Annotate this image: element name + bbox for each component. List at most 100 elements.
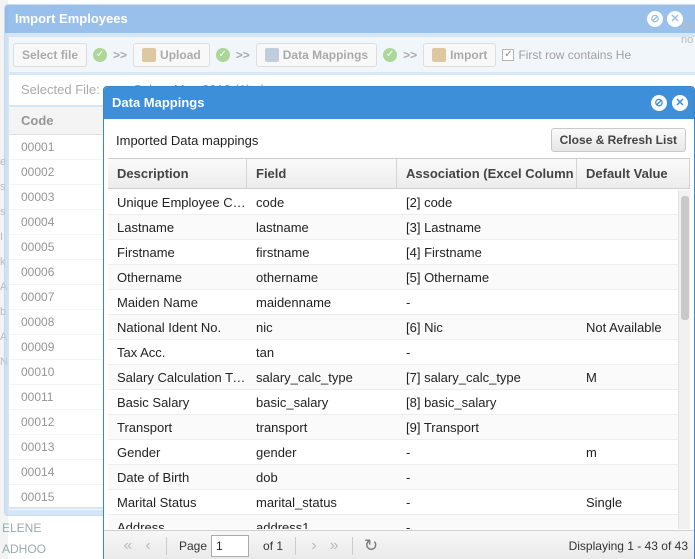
upload-button[interactable]: Upload [133, 42, 210, 67]
dm-window-tools: ⊘ ✕ [651, 95, 688, 111]
pager-separator [166, 536, 167, 555]
cell-description: Salary Calculation Type [117, 370, 247, 385]
table-row[interactable]: 00013 [9, 435, 109, 460]
cell-default-value [577, 415, 678, 439]
cell-association: [8] basic_salary [406, 395, 497, 410]
prev-page-icon[interactable]: ‹ [138, 537, 158, 555]
table-row[interactable]: 00001 [9, 135, 109, 160]
table-row[interactable]: 00014 [9, 460, 109, 485]
cell-default-value: Single [586, 495, 623, 510]
next-page-icon[interactable]: › [304, 537, 324, 555]
vertical-scrollbar[interactable] [678, 190, 690, 529]
select-file-button[interactable]: Select file [13, 42, 88, 67]
table-row[interactable]: 00015 [9, 485, 109, 510]
data-mappings-label: Data Mappings [282, 47, 369, 62]
table-row[interactable]: National Ident No. nic [6] Nic Not Availabl… [108, 315, 678, 340]
code-column-header[interactable]: Code [9, 107, 109, 135]
refresh-icon[interactable]: ↻ [361, 536, 381, 556]
cell-default-value [577, 515, 678, 529]
last-page-icon[interactable]: » [324, 537, 344, 555]
import-window-title: Import Employees [5, 5, 695, 33]
cell-default-value [577, 265, 678, 289]
data-mappings-title-bar[interactable]: Data Mappings ⊘ ✕ [104, 87, 694, 119]
cell-field: maidenname [256, 295, 332, 310]
select-file-label: Select file [22, 47, 79, 62]
first-row-checkbox[interactable]: ✓ [502, 48, 515, 61]
bg-bottom-row: ELENE [2, 521, 42, 535]
cell-description: Gender [117, 445, 161, 460]
table-row[interactable]: 00009 [9, 335, 109, 360]
upload-label: Upload [160, 47, 201, 62]
cell-association: [5] Othername [406, 270, 490, 285]
cell-field: marital_status [256, 495, 337, 510]
table-row[interactable]: 00007 [9, 285, 109, 310]
table-row[interactable]: 00012 [9, 410, 109, 435]
cell-field: salary_calc_type [256, 370, 353, 385]
upload-icon [142, 47, 157, 62]
cell-field: firstname [256, 245, 310, 260]
pager-separator [295, 536, 297, 555]
table-row[interactable]: Date of Birth dob - [108, 465, 678, 490]
table-row[interactable]: Maiden Name maidenname - [108, 290, 678, 315]
pager-separator [352, 536, 354, 555]
cell-association: - [406, 470, 411, 485]
table-row[interactable]: Address address1 - [108, 515, 678, 529]
close-icon[interactable]: ✕ [672, 95, 688, 111]
column-header-description[interactable]: Description [108, 159, 247, 188]
table-row[interactable]: 00005 [9, 235, 109, 260]
cell-field: basic_salary [256, 395, 329, 410]
import-button[interactable]: Import [423, 42, 497, 67]
first-row-checkbox-group[interactable]: ✓ First row contains He [502, 48, 631, 62]
cell-description: Date of Birth [117, 470, 190, 485]
table-row[interactable]: Transport transport [9] Transport [108, 415, 678, 440]
table-row[interactable]: Basic Salary basic_salary [8] basic_salary [108, 390, 678, 415]
data-mappings-button[interactable]: Data Mappings [255, 42, 378, 67]
table-row[interactable]: Lastname lastname [3] Lastname [108, 215, 678, 240]
table-row[interactable]: Marital Status marital_status - Single [108, 490, 678, 515]
cell-description: Basic Salary [117, 395, 190, 410]
table-row[interactable]: 00008 [9, 310, 109, 335]
table-row[interactable]: Gender gender - m [108, 440, 678, 465]
import-window-tools: ⊘ ✕ [647, 11, 683, 27]
minimize-icon[interactable]: ⊘ [647, 11, 663, 27]
page-number-input[interactable]: 1 [211, 534, 250, 557]
table-row[interactable]: Othername othername [5] Othername [108, 265, 678, 290]
table-row[interactable]: 00011 [9, 385, 109, 410]
column-header-field[interactable]: Field [247, 159, 397, 188]
scrollbar-thumb[interactable] [681, 196, 689, 320]
bg-right-fragment: an [681, 20, 694, 32]
close-refresh-button[interactable]: Close & Refresh List [550, 128, 686, 152]
cell-description: Lastname [117, 220, 175, 235]
first-page-icon[interactable]: « [118, 537, 138, 555]
table-row[interactable]: Unique Employee Code code [2] code [108, 190, 678, 215]
cell-default-value: Not Available [586, 320, 662, 335]
column-header-association[interactable]: Association (Excel Column [397, 159, 577, 188]
table-row[interactable]: 00003 [9, 185, 109, 210]
check-icon: ✓ [383, 47, 398, 62]
cell-default-value: M [586, 370, 597, 385]
table-row[interactable]: 00006 [9, 260, 109, 285]
table-row[interactable]: Tax Acc. tan - [108, 340, 678, 365]
background-right-text: an no [681, 20, 695, 48]
minimize-icon[interactable]: ⊘ [651, 95, 667, 111]
table-row[interactable]: Firstname firstname [4] Firstname [108, 240, 678, 265]
cell-default-value [577, 390, 678, 414]
cell-association: [4] Firstname [406, 245, 482, 260]
step-arrow: >> [403, 47, 418, 62]
table-row[interactable]: Salary Calculation Type salary_calc_type [… [108, 365, 678, 390]
cell-field: transport [256, 420, 308, 435]
cell-field: dob [256, 470, 278, 485]
cell-field: code [256, 195, 285, 210]
cell-field: lastname [256, 220, 309, 235]
cell-field: tan [256, 345, 275, 360]
page-count-label: of 1 [263, 538, 284, 553]
cell-field: gender [256, 445, 297, 460]
table-row[interactable]: 00002 [9, 160, 109, 185]
table-row[interactable]: 00010 [9, 360, 109, 385]
column-header-default-value[interactable]: Default Value [577, 159, 690, 188]
cell-association: - [406, 345, 411, 360]
grid-body: Unique Employee Code code [2] code Lastname… [108, 190, 678, 529]
import-label: Import [450, 47, 488, 62]
table-row[interactable]: 00004 [9, 210, 109, 235]
cell-association: - [406, 495, 411, 510]
